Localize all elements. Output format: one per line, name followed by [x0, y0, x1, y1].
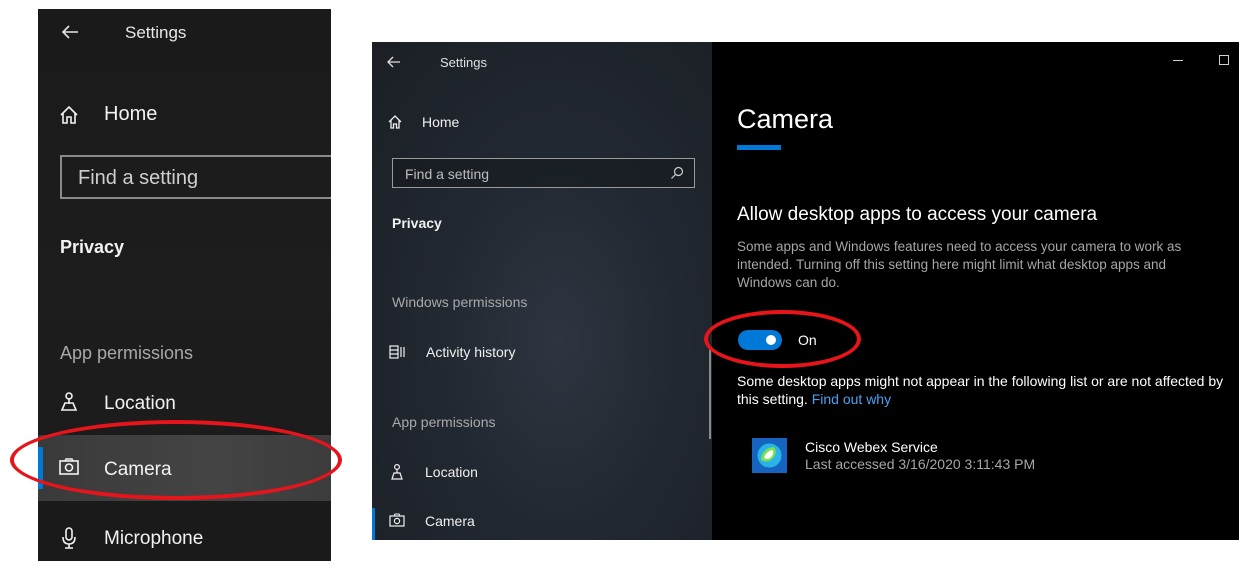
home-icon[interactable]	[387, 114, 403, 130]
camera-icon	[389, 513, 405, 527]
microphone-icon	[60, 526, 78, 550]
selected-indicator	[372, 508, 375, 540]
section-label-privacy: Privacy	[392, 215, 442, 231]
location-icon	[389, 463, 405, 480]
group-label-app-permissions: App permissions	[60, 343, 194, 363]
page-title: Camera	[737, 104, 834, 134]
settings-sidebar: Settings Home Find a setting Privacy Win…	[372, 42, 712, 540]
sidebar-item-activity-history[interactable]: Activity history	[426, 344, 515, 360]
activity-history-icon	[389, 344, 405, 360]
group-label-app-permissions: App permissions	[392, 414, 496, 430]
search-input[interactable]: Find a setting	[60, 155, 331, 199]
maximize-button[interactable]	[1219, 55, 1229, 65]
camera-settings-page: Camera Allow desktop apps to access your…	[712, 42, 1239, 540]
note-text: Some desktop apps might not appear in th…	[737, 373, 1224, 407]
section-heading: Allow desktop apps to access your camera	[737, 204, 1098, 225]
window-title: Settings	[440, 55, 487, 70]
desktop-apps-note: Some desktop apps might not appear in th…	[737, 372, 1227, 408]
back-arrow-icon[interactable]	[386, 54, 402, 70]
minimize-button[interactable]	[1173, 60, 1183, 61]
search-placeholder: Find a setting	[405, 166, 490, 182]
annotation-ellipse-toggle	[704, 310, 861, 368]
app-name: Cisco Webex Service	[805, 439, 938, 455]
back-arrow-icon[interactable]	[60, 21, 80, 43]
section-label-privacy: Privacy	[60, 237, 125, 257]
title-accent-bar	[737, 145, 781, 150]
sidebar-item-camera[interactable]: Camera	[425, 513, 475, 529]
group-label-windows-permissions: Windows permissions	[392, 294, 528, 310]
annotation-ellipse-camera	[10, 420, 342, 500]
search-input[interactable]: Find a setting	[392, 158, 695, 188]
app-title: Settings	[125, 23, 187, 42]
settings-window: Settings Home Find a setting Privacy Win…	[372, 42, 1239, 540]
app-last-accessed: Last accessed 3/16/2020 3:11:43 PM	[805, 456, 1036, 472]
webex-app-icon	[752, 438, 787, 473]
sidebar-scrollbar[interactable]	[709, 347, 711, 439]
sidebar-item-location[interactable]: Location	[425, 464, 478, 480]
location-icon	[58, 390, 80, 412]
search-placeholder: Find a setting	[78, 167, 199, 189]
sidebar-item-location[interactable]: Location	[104, 393, 176, 415]
section-description: Some apps and Windows features need to a…	[737, 239, 1182, 290]
home-icon[interactable]	[58, 104, 80, 126]
find-out-why-link[interactable]: Find out why	[812, 391, 891, 407]
home-nav-label[interactable]: Home	[104, 103, 157, 126]
sidebar-item-microphone[interactable]: Microphone	[104, 528, 203, 550]
search-icon[interactable]	[670, 166, 684, 180]
home-nav-label[interactable]: Home	[422, 114, 459, 130]
